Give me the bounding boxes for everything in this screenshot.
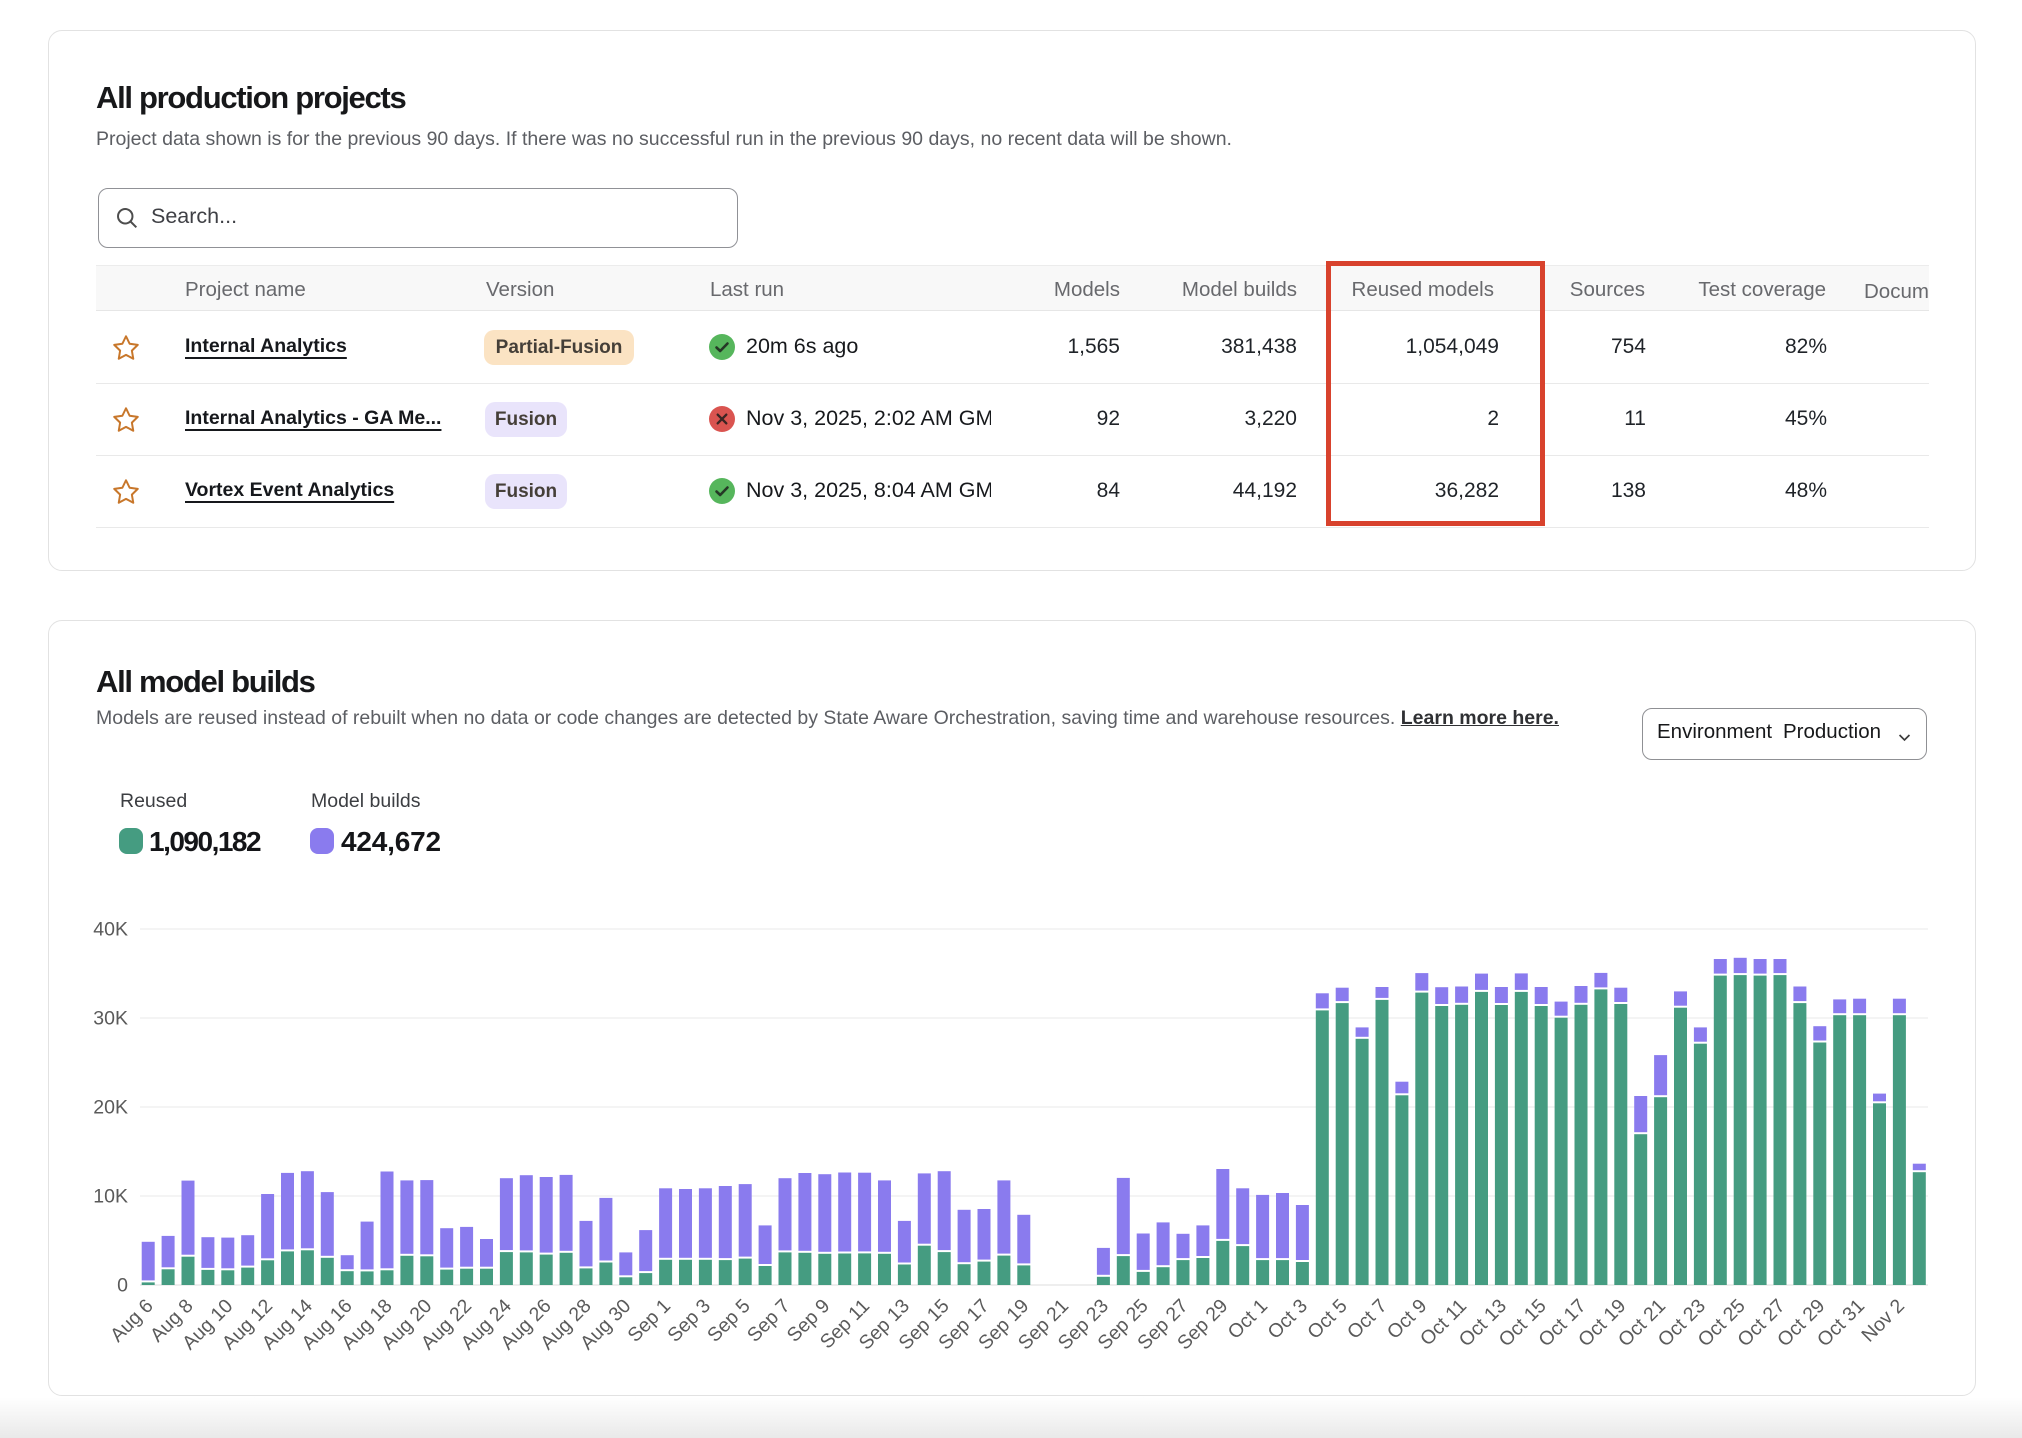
- svg-text:Oct 3: Oct 3: [1263, 1295, 1312, 1344]
- svg-text:40K: 40K: [93, 919, 128, 941]
- svg-text:0: 0: [117, 1275, 128, 1297]
- svg-text:30K: 30K: [93, 1008, 128, 1030]
- svg-text:Sep 5: Sep 5: [703, 1295, 755, 1347]
- svg-text:Oct 7: Oct 7: [1343, 1295, 1392, 1344]
- svg-text:Sep 3: Sep 3: [663, 1295, 715, 1347]
- svg-text:Oct 1: Oct 1: [1224, 1295, 1273, 1344]
- svg-text:Sep 1: Sep 1: [624, 1295, 676, 1347]
- svg-text:10K: 10K: [93, 1186, 128, 1208]
- svg-text:20K: 20K: [93, 1097, 128, 1119]
- svg-text:Aug 6: Aug 6: [106, 1295, 158, 1347]
- svg-text:Nov 2: Nov 2: [1857, 1295, 1909, 1347]
- svg-text:Oct 5: Oct 5: [1303, 1295, 1352, 1344]
- svg-text:Sep 7: Sep 7: [743, 1295, 795, 1347]
